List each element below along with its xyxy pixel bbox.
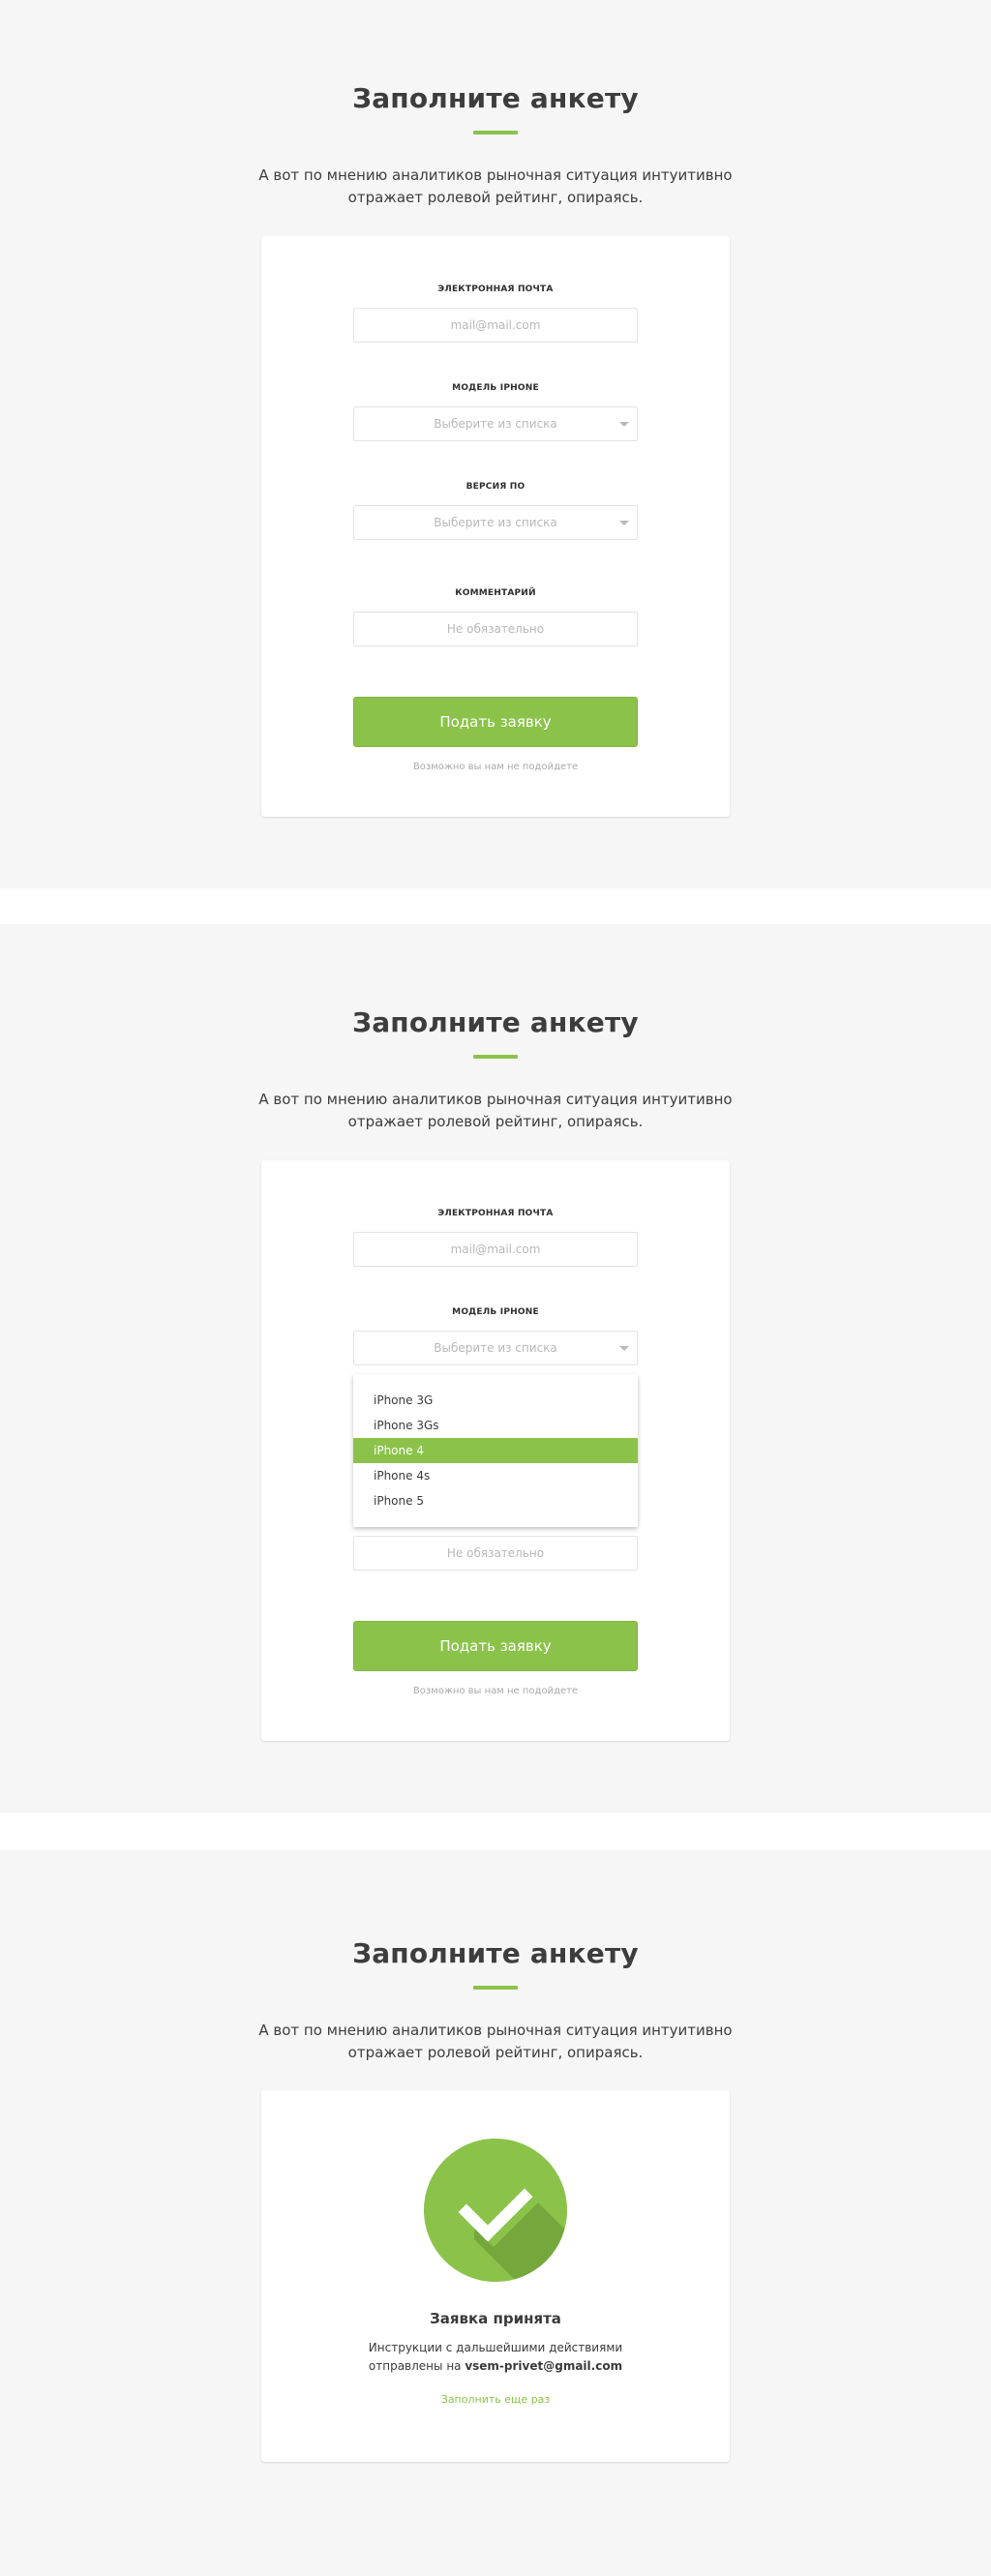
model-label: МОДЕЛЬ IPHONE [452,383,539,393]
email-label: ЭЛЕКТРОННАЯ ПОЧТА [437,285,554,294]
title-underline [473,131,518,135]
dropdown-option[interactable]: iPhone 4s [353,1463,638,1488]
comment-label: КОММЕНТАРИЙ [455,588,536,598]
success-card: Заявка принята Инструкции с дальшейшими … [261,2090,730,2462]
lead-line-2: отражает ролевой рейтинг, опираясь. [347,189,644,206]
chevron-down-icon [619,521,629,525]
submit-button[interactable]: Подать заявку [353,1621,638,1671]
form-card: ЭЛЕКТРОННАЯ ПОЧТА mail@mail.com МОДЕЛЬ I… [261,1160,730,1741]
page-title: Заполните анкету [352,1006,639,1038]
success-section: Заполните анкету А вот по мнению аналити… [0,1850,991,2576]
disclaimer-note: Возможно вы нам не подойдете [412,762,579,772]
model-select-value: Выберите из списка [434,417,557,431]
lead-line-1: А вот по мнению аналитиков рыночная ситу… [258,166,733,184]
lead-line-1: А вот по мнению аналитиков рыночная ситу… [258,1091,733,1108]
dropdown-option-highlighted[interactable]: iPhone 4 [353,1438,638,1463]
email-label: ЭЛЕКТРОННАЯ ПОЧТА [437,1209,554,1218]
check-circle-icon [424,2139,567,2282]
model-label: МОДЕЛЬ IPHONE [452,1307,539,1317]
email-field[interactable]: mail@mail.com [353,1232,638,1267]
dropdown-option[interactable]: iPhone 3G [353,1388,638,1413]
submit-button[interactable]: Подать заявку [353,697,638,747]
model-select[interactable]: Выберите из списка [353,406,638,441]
dropdown-option[interactable]: iPhone 3Gs [353,1413,638,1438]
email-field[interactable]: mail@mail.com [353,308,638,343]
lead-line-1: А вот по мнению аналитиков рыночная ситу… [258,2022,733,2039]
version-select-value: Выберите из списка [434,516,557,529]
form-section-dropdown-open: Заполните анкету А вот по мнению аналити… [0,924,991,1812]
lead-text: А вот по мнению аналитиков рыночная ситу… [254,1089,737,1133]
model-select[interactable]: Выберите из списка [353,1331,638,1365]
chevron-down-icon [619,1346,629,1351]
title-underline [473,1986,518,1990]
success-message-prefix: отправлены на [368,2359,465,2373]
model-select-value: Выберите из списка [434,1341,557,1355]
model-dropdown-menu: iPhone 3G iPhone 3Gs iPhone 4 iPhone 4s … [353,1374,638,1527]
success-message-line-1: Инструкции с дальшейшими действиями [368,2341,623,2354]
version-select[interactable]: Выберите из списка [353,505,638,540]
page-title: Заполните анкету [352,82,639,114]
comment-field[interactable]: Не обязательно [353,1536,638,1571]
chevron-down-icon [619,422,629,427]
form-section: Заполните анкету А вот по мнению аналити… [0,0,991,888]
lead-text: А вот по мнению аналитиков рыночная ситу… [254,2020,737,2064]
success-message-line-2: отправлены на vsem-privet@gmail.com [261,2357,730,2376]
lead-line-2: отражает ролевой рейтинг, опираясь. [347,1113,644,1130]
fill-again-link[interactable]: Заполнить еще раз [261,2393,730,2406]
version-label: ВЕРСИЯ ПО [465,482,526,492]
title-underline [473,1055,518,1059]
disclaimer-note: Возможно вы нам не подойдете [412,1686,579,1696]
success-email: vsem-privet@gmail.com [465,2359,623,2373]
dropdown-option[interactable]: iPhone 5 [353,1488,638,1513]
lead-text: А вот по мнению аналитиков рыночная ситу… [254,165,737,209]
comment-field[interactable]: Не обязательно [353,612,638,646]
lead-line-2: отражает ролевой рейтинг, опираясь. [347,2044,644,2061]
page-title: Заполните анкету [352,1937,639,1969]
success-title: Заявка принята [430,2310,561,2327]
success-message: Инструкции с дальшейшими действиями отпр… [261,2339,730,2376]
form-card: ЭЛЕКТРОННАЯ ПОЧТА mail@mail.com МОДЕЛЬ I… [261,236,730,817]
